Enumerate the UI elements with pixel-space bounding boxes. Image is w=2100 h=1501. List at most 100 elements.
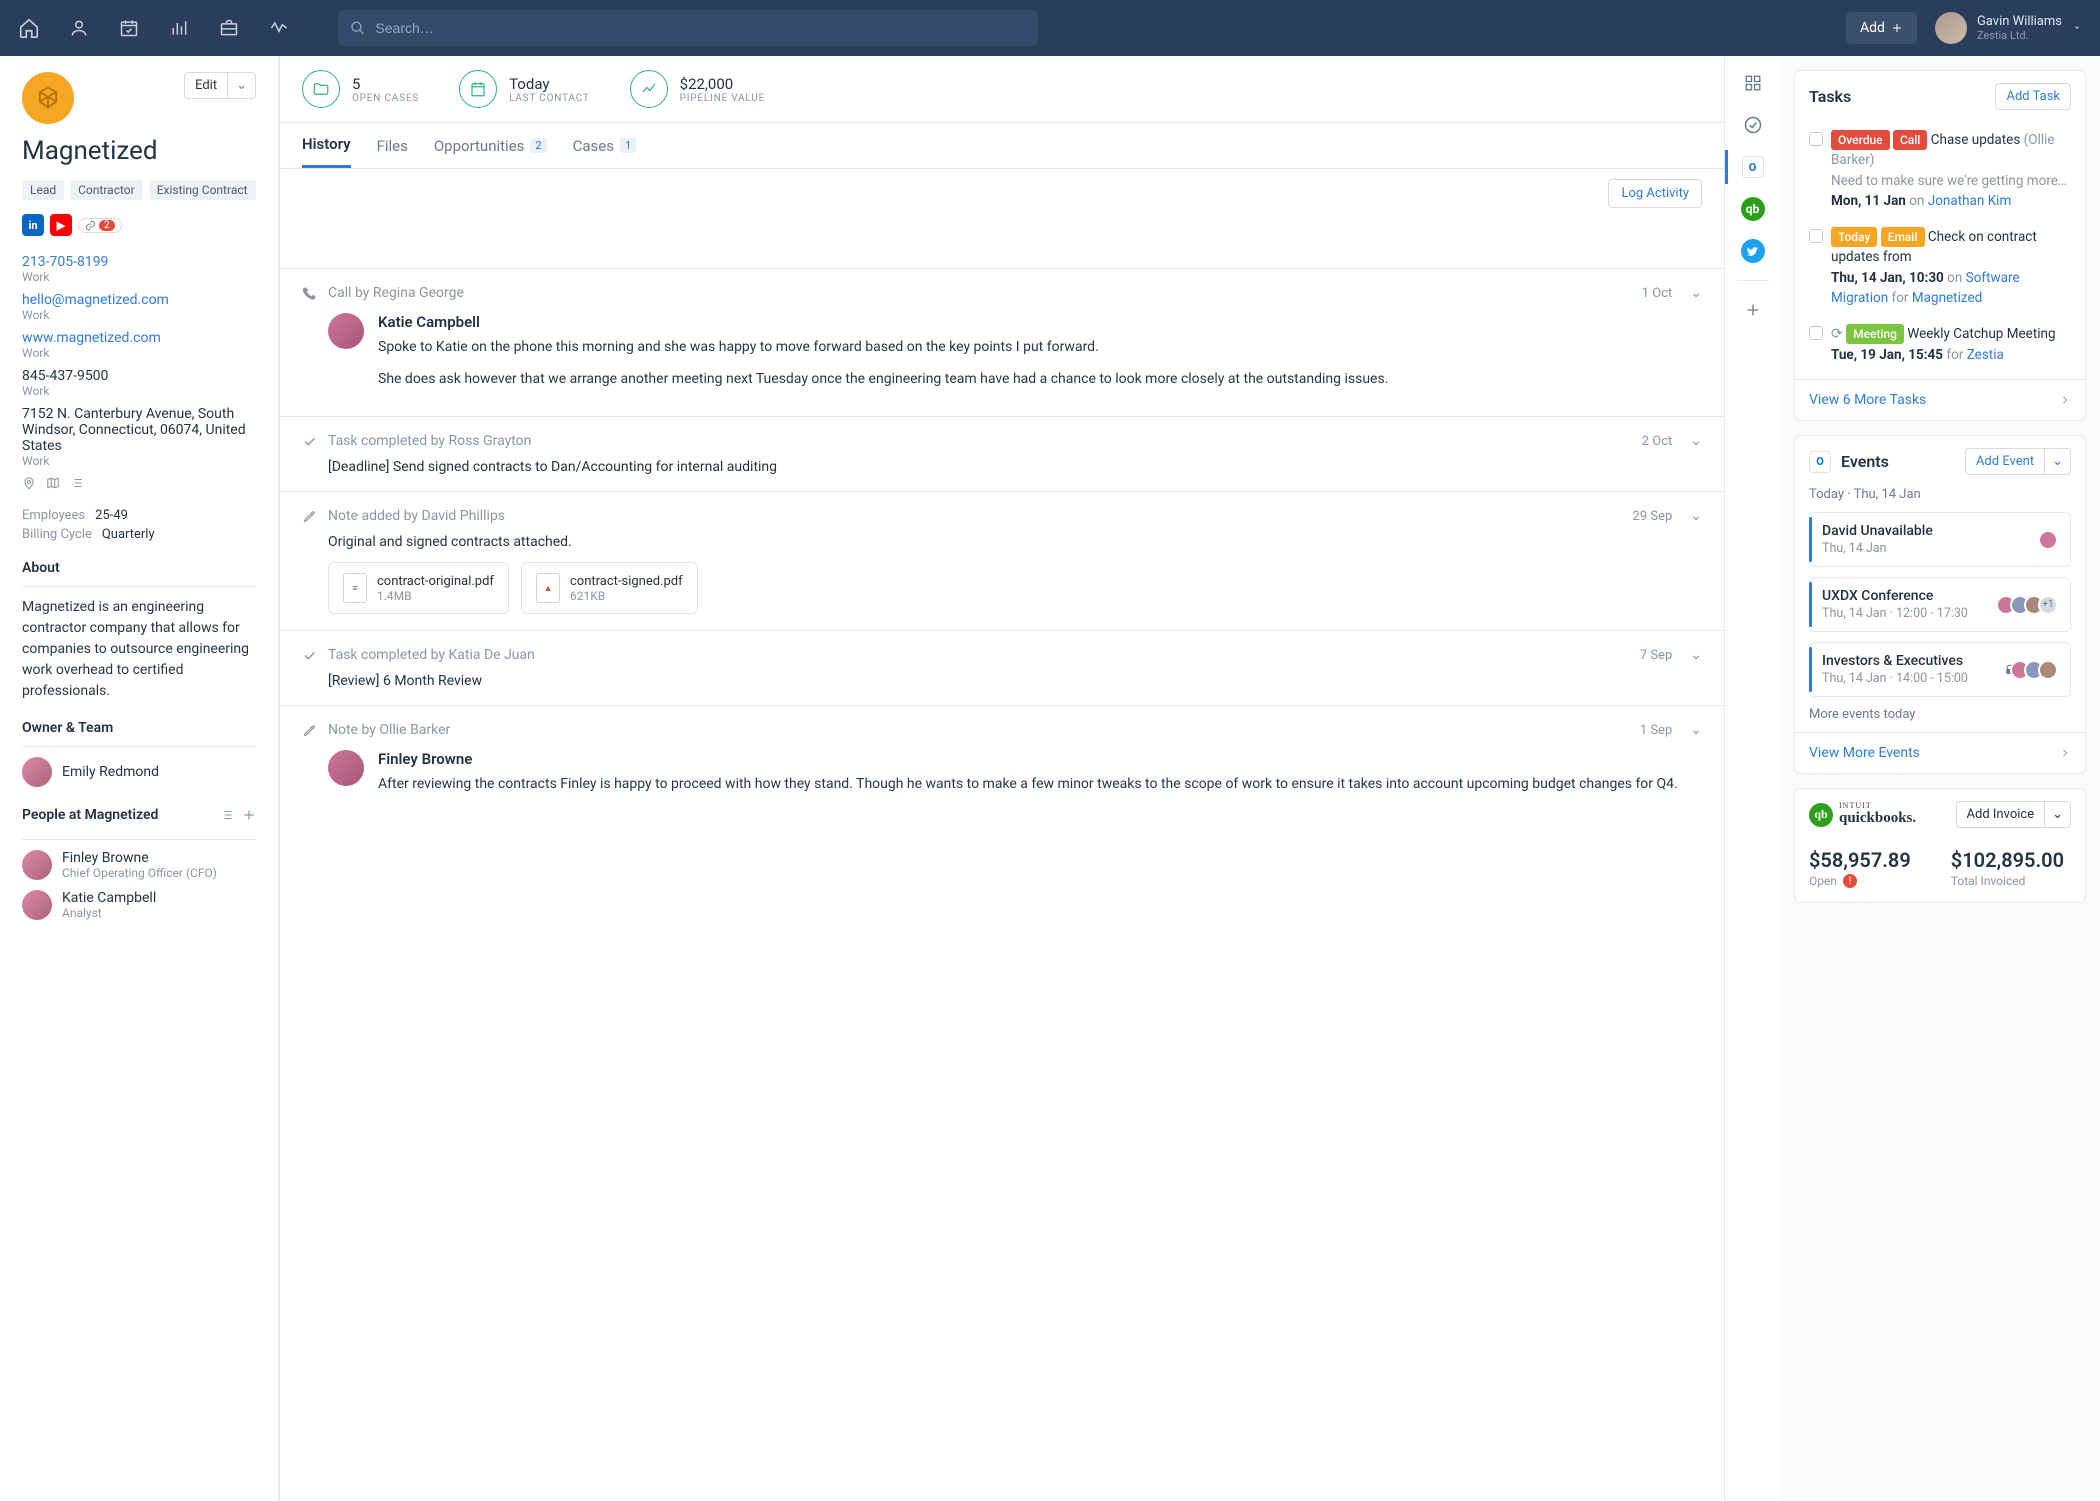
tab-cases[interactable]: Cases1: [573, 125, 637, 167]
person-icon[interactable]: [68, 17, 90, 39]
tag[interactable]: Contractor: [70, 180, 143, 200]
add-integration-icon[interactable]: [1740, 297, 1766, 323]
open-amount: $58,957.89: [1809, 848, 1911, 872]
map-icon[interactable]: [46, 476, 60, 490]
contact-value[interactable]: hello@magnetized.com: [22, 292, 256, 308]
activity-icon[interactable]: [268, 17, 290, 39]
add-event-button[interactable]: Add Event: [1965, 448, 2045, 475]
meta-key: Billing Cycle: [22, 527, 92, 542]
metric[interactable]: 5OPEN CASES: [302, 70, 419, 108]
list-view-icon[interactable]: [220, 808, 234, 822]
quickbooks-icon[interactable]: qb: [1740, 196, 1766, 222]
add-button-label: Add: [1860, 20, 1885, 36]
invoice-dropdown[interactable]: ⌄: [2045, 801, 2071, 828]
total-amount: $102,895.00: [1951, 848, 2064, 872]
view-more-tasks[interactable]: View 6 More Tasks: [1809, 392, 1926, 408]
tag[interactable]: Lead: [22, 180, 64, 200]
contact-block: 213-705-8199Workhello@magnetized.comWork…: [22, 254, 256, 468]
history-item: Note by Ollie Barker1 Sep⌄Finley BrowneA…: [280, 705, 1724, 822]
youtube-icon[interactable]: ▶: [50, 214, 72, 236]
about-text: Magnetized is an engineering contractor …: [22, 597, 256, 702]
chevron-down-icon[interactable]: ⌄: [1690, 722, 1702, 738]
history-text: [Deadline] Send signed contracts to Dan/…: [302, 459, 1702, 475]
top-nav: Add Gavin Williams Zestia Ltd.: [0, 0, 2100, 56]
view-more-events[interactable]: View More Events: [1809, 745, 1920, 761]
event-item[interactable]: UXDX ConferenceThu, 14 Jan · 12:00 - 17:…: [1809, 577, 2071, 632]
meta-value: 25-49: [95, 508, 128, 523]
twitter-icon[interactable]: [1740, 238, 1766, 264]
home-icon[interactable]: [18, 17, 40, 39]
search-input[interactable]: [375, 20, 1026, 36]
chevron-down-icon[interactable]: ⌄: [1690, 433, 1702, 449]
attendee-avatars: [2016, 660, 2058, 680]
task-text: Chase updates: [1931, 132, 2021, 148]
file-attachment[interactable]: ≡ contract-original.pdf1.4MB: [328, 562, 509, 614]
reports-icon[interactable]: [168, 17, 190, 39]
add-task-button[interactable]: Add Task: [1995, 83, 2071, 110]
metric-label: PIPELINE VALUE: [680, 93, 765, 104]
file-attachment[interactable]: ▲contract-signed.pdf621KB: [521, 562, 698, 614]
user-menu[interactable]: Gavin Williams Zestia Ltd.: [1935, 12, 2082, 44]
entry-name: Katie Campbell: [378, 313, 1388, 331]
repeat-icon: ⟳: [1831, 326, 1843, 342]
owner-row[interactable]: Emily Redmond: [22, 757, 256, 787]
calendar-icon[interactable]: [118, 17, 140, 39]
metric[interactable]: TodayLAST CONTACT: [459, 70, 590, 108]
event-item[interactable]: Investors & ExecutivesThu, 14 Jan · 14:0…: [1809, 642, 2071, 697]
topnav-right: Add Gavin Williams Zestia Ltd.: [1846, 12, 2082, 44]
tag[interactable]: Existing Contract: [149, 180, 256, 200]
total-label: Total Invoiced: [1951, 874, 2064, 888]
chevron-down-icon: [2072, 23, 2082, 33]
file-size: 1.4MB: [377, 589, 494, 603]
task-link[interactable]: Magnetized: [1912, 290, 1982, 306]
task-link[interactable]: Jonathan Kim: [1928, 193, 2012, 209]
tab-opportunities[interactable]: Opportunities2: [434, 125, 547, 167]
tab-history[interactable]: History: [302, 123, 351, 168]
file-name: contract-original.pdf: [377, 574, 494, 589]
person-row[interactable]: Finley BrowneChief Operating Officer (CF…: [22, 850, 256, 880]
chevron-down-icon[interactable]: ⌄: [227, 73, 255, 98]
add-invoice-button[interactable]: Add Invoice: [1956, 801, 2046, 828]
list-icon[interactable]: [70, 476, 84, 490]
task-item: Overdue Call Chase updates (Ollie Barker…: [1809, 122, 2071, 219]
pin-icon[interactable]: [22, 476, 36, 490]
outlook-icon: O: [1809, 451, 1831, 473]
event-time: Thu, 14 Jan: [1822, 541, 1933, 556]
task-checkbox[interactable]: [1809, 229, 1823, 243]
apps-icon[interactable]: [1740, 70, 1766, 96]
event-dropdown[interactable]: ⌄: [2045, 448, 2071, 475]
link-badge[interactable]: 2: [78, 218, 122, 233]
add-person-icon[interactable]: [242, 808, 256, 822]
chevron-down-icon[interactable]: ⌄: [1690, 508, 1702, 524]
contact-value[interactable]: 213-705-8199: [22, 254, 256, 270]
event-item[interactable]: David UnavailableThu, 14 Jan: [1809, 512, 2071, 567]
trend-icon: [630, 70, 668, 108]
outlook-icon[interactable]: O: [1740, 154, 1766, 180]
entry-text: After reviewing the contracts Finley is …: [378, 774, 1678, 796]
person-row[interactable]: Katie CampbellAnalyst: [22, 890, 256, 920]
chevron-down-icon[interactable]: ⌄: [1690, 647, 1702, 663]
check-circle-icon[interactable]: [1740, 112, 1766, 138]
history-date: 7 Sep: [1640, 648, 1672, 663]
task-checkbox[interactable]: [1809, 326, 1823, 340]
metric[interactable]: $22,000PIPELINE VALUE: [630, 70, 765, 108]
edit-button[interactable]: Edit ⌄: [184, 72, 256, 99]
briefcase-icon[interactable]: [218, 17, 240, 39]
avatar: [22, 890, 52, 920]
add-button[interactable]: Add: [1846, 12, 1917, 44]
file-icon: ≡: [343, 573, 367, 603]
events-subtitle: Today · Thu, 14 Jan: [1795, 487, 2085, 512]
search-bar[interactable]: [338, 10, 1038, 46]
task-checkbox[interactable]: [1809, 132, 1823, 146]
task-link[interactable]: Zestia: [1967, 347, 2004, 363]
meta-value: Quarterly: [102, 527, 155, 542]
chevron-right-icon: [2059, 747, 2071, 759]
chevron-down-icon[interactable]: ⌄: [1690, 285, 1702, 301]
contact-value[interactable]: www.magnetized.com: [22, 330, 256, 346]
org-name: Magnetized: [22, 136, 256, 166]
metrics-row: 5OPEN CASES TodayLAST CONTACT $22,000PIPEL…: [280, 56, 1724, 123]
log-activity-button[interactable]: Log Activity: [1608, 179, 1702, 208]
linkedin-icon[interactable]: in: [22, 214, 44, 236]
tab-files[interactable]: Files: [377, 125, 408, 167]
tag-row: Lead Contractor Existing Contract: [22, 180, 256, 200]
